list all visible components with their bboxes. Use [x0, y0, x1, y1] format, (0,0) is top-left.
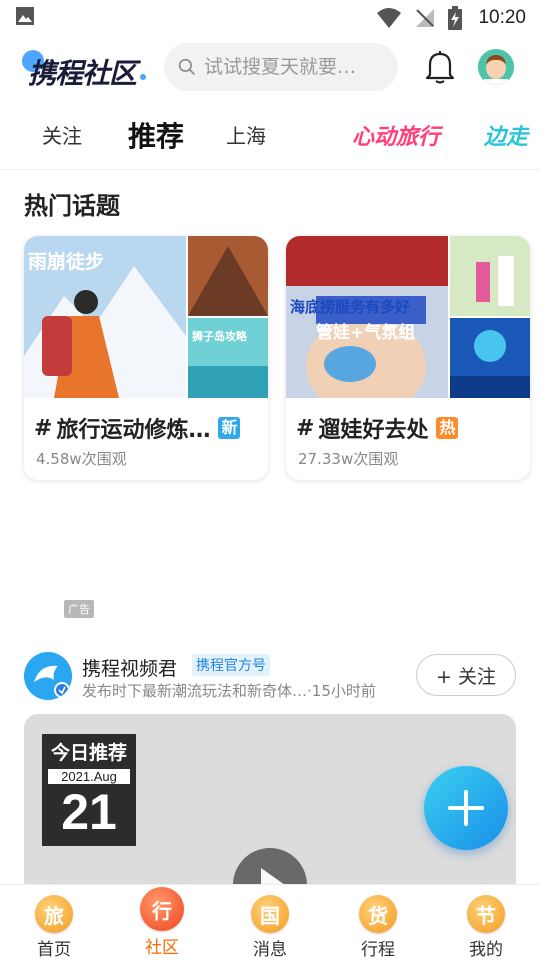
- topic-name: 遛娃好去处: [318, 418, 429, 443]
- messages-icon: 国: [251, 895, 289, 933]
- section-title-hot-topics: 热门话题: [24, 192, 120, 220]
- topic-title: # 旅行运动修炼… 新: [34, 412, 241, 444]
- logo-accent-dot: [140, 74, 146, 80]
- tab-heart-travel[interactable]: 心动旅行: [352, 119, 440, 151]
- new-badge: 新: [218, 417, 241, 439]
- dolphin-logo-icon: [24, 652, 72, 700]
- nav-label: 消息: [253, 940, 287, 960]
- search-bar[interactable]: [164, 43, 398, 91]
- wifi-icon: [377, 8, 402, 28]
- plus-icon: [448, 790, 484, 826]
- nav-item-profile[interactable]: 节 我的: [432, 885, 540, 960]
- profile-icon: 节: [467, 895, 505, 933]
- category-tabs: 关注 推荐 上海 心动旅行 边走: [0, 100, 540, 170]
- calendar-day: 21: [61, 784, 117, 840]
- nav-item-trips[interactable]: 货 行程: [324, 885, 432, 960]
- bottom-nav: 旅 首页 行 社区 国 消息 货 行程 节 我的: [0, 884, 540, 960]
- nav-label: 我的: [469, 940, 503, 960]
- create-post-button[interactable]: [424, 766, 508, 850]
- hash-symbol: #: [296, 415, 315, 441]
- hot-badge: 热: [436, 417, 459, 439]
- author-description: 发布时下最新潮流玩法和新奇体…·15小时前: [82, 682, 376, 700]
- user-avatar[interactable]: [478, 49, 514, 85]
- status-bar: 10:20: [0, 0, 540, 36]
- status-right: 10:20: [376, 6, 526, 30]
- tab-walk[interactable]: 边走: [484, 119, 528, 151]
- bell-icon: [425, 51, 455, 84]
- hash-symbol: #: [34, 415, 53, 441]
- topic-views: 27.33w次围观: [298, 450, 399, 468]
- topic-name: 旅行运动修炼…: [56, 418, 211, 443]
- image-notification-icon: [16, 7, 34, 25]
- status-time: 10:20: [478, 7, 526, 28]
- author-avatar[interactable]: [24, 652, 72, 700]
- topic-views: 4.58w次围观: [36, 450, 127, 468]
- collage-text-1: 雨崩徒步: [28, 250, 104, 273]
- trips-icon: 货: [359, 895, 397, 933]
- status-left: [14, 5, 376, 31]
- nav-label: 社区: [145, 938, 179, 958]
- tab-follow[interactable]: 关注: [42, 120, 82, 149]
- nav-label: 首页: [37, 940, 71, 960]
- collage-text-1: 海底捞服务有多好: [290, 298, 410, 316]
- topic-collage-image: 海底捞服务有多好 管娃+气氛组: [286, 236, 530, 416]
- community-icon: 行: [140, 887, 184, 931]
- nav-item-community[interactable]: 行 社区: [108, 885, 216, 960]
- search-icon: [178, 58, 195, 75]
- calendar-month: 2021.Aug: [48, 769, 130, 784]
- calendar-badge: 今日推荐 2021.Aug 21: [42, 734, 136, 846]
- official-badge: 携程官方号: [192, 654, 270, 676]
- avatar-icon: [478, 49, 514, 85]
- nav-item-messages[interactable]: 国 消息: [216, 885, 324, 960]
- follow-button[interactable]: + 关注: [416, 654, 516, 696]
- no-signal-icon: [416, 9, 435, 27]
- topic-image-collage: 海底捞服务有多好 管娃+气氛组: [286, 236, 530, 416]
- tab-shanghai[interactable]: 上海: [226, 120, 266, 149]
- topic-card[interactable]: 雨崩徒步 狮子岛攻略 # 旅行运动修炼… 新 4.58w次围观: [24, 236, 268, 480]
- topic-title: # 遛娃好去处 热: [296, 412, 459, 444]
- header: 携程社区: [0, 36, 540, 98]
- home-icon: 旅: [35, 895, 73, 933]
- battery-charging-icon: [448, 6, 463, 30]
- topic-card[interactable]: 海底捞服务有多好 管娃+气氛组 # 遛娃好去处 热 27.33w次围观: [286, 236, 530, 480]
- logo-text: 携程社区: [28, 57, 137, 90]
- topic-image-collage: 雨崩徒步 狮子岛攻略: [24, 236, 268, 398]
- calendar-head: 今日推荐: [50, 742, 127, 764]
- post-author-row: 携程视频君 携程官方号 发布时下最新潮流玩法和新奇体…·15小时前 + 关注: [24, 652, 516, 704]
- nav-label: 行程: [361, 940, 395, 960]
- nav-item-home[interactable]: 旅 首页: [0, 885, 108, 960]
- collage-text-2: 管娃+气氛组: [316, 322, 415, 343]
- ad-tag: 广告: [64, 600, 94, 618]
- collage-text-2: 狮子岛攻略: [191, 329, 248, 343]
- search-input[interactable]: [204, 56, 384, 78]
- logo: 携程社区: [20, 42, 148, 92]
- topic-collage-image: 雨崩徒步 狮子岛攻略: [24, 236, 268, 398]
- tab-recommend[interactable]: 推荐: [123, 115, 189, 161]
- author-name[interactable]: 携程视频君: [82, 654, 177, 681]
- notification-bell[interactable]: [422, 47, 458, 87]
